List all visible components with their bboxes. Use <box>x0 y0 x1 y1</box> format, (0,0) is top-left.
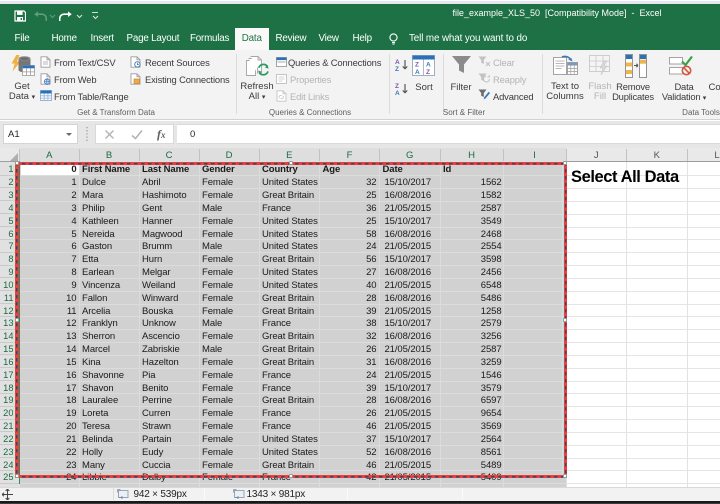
svg-text:A: A <box>426 62 431 69</box>
svg-text:A: A <box>415 69 420 76</box>
svg-text:A: A <box>395 90 400 96</box>
svg-text:A: A <box>395 59 400 66</box>
svg-text:Z: Z <box>395 66 399 72</box>
svg-text:Z: Z <box>426 69 430 76</box>
svg-text:Z: Z <box>415 62 419 69</box>
svg-text:Z: Z <box>395 83 399 90</box>
